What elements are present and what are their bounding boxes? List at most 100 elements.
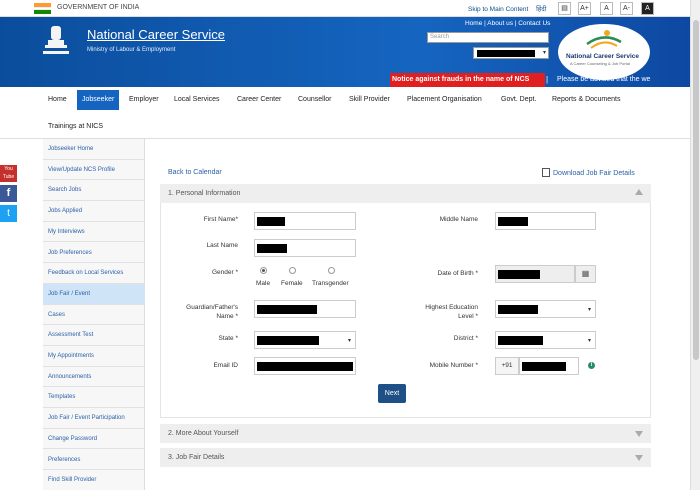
facebook-icon[interactable]: f bbox=[0, 185, 17, 202]
skip-to-content-link[interactable]: Skip to Main Content bbox=[468, 6, 528, 13]
first-name-input[interactable] bbox=[254, 212, 356, 230]
jobseeker-sidebar: Jobseeker Home View/Update NCS Profile S… bbox=[43, 139, 145, 490]
font-increase-button[interactable]: A+ bbox=[578, 2, 591, 15]
gender-male-label: Male bbox=[256, 280, 271, 287]
fraud-notice-link[interactable]: Notice against frauds in the name of NCS bbox=[390, 73, 545, 87]
sidebar-item-change-password[interactable]: Change Password bbox=[43, 429, 145, 450]
section-more-about-yourself-title: 2. More About Yourself bbox=[168, 430, 239, 437]
district-select[interactable]: ▾ bbox=[495, 331, 596, 349]
nav-local-services[interactable]: Local Services bbox=[174, 96, 220, 103]
sidebar-item-templates[interactable]: Templates bbox=[43, 387, 145, 409]
nav-reports-documents[interactable]: Reports & Documents bbox=[552, 96, 620, 103]
youtube-icon[interactable]: You Tube bbox=[0, 165, 17, 182]
expand-arrow-icon[interactable] bbox=[635, 455, 643, 461]
nav-counsellor[interactable]: Counsellor bbox=[298, 96, 331, 103]
chevron-down-icon: ▾ bbox=[587, 307, 591, 313]
top-links: Skip to Main Content हिंदी bbox=[468, 4, 552, 13]
ncs-logo-subtext: A Career Counseling & Job Portal bbox=[570, 61, 630, 66]
nav-employer[interactable]: Employer bbox=[129, 96, 159, 103]
gender-transgender-radio[interactable] bbox=[328, 267, 335, 274]
back-to-calendar-link[interactable]: Back to Calendar bbox=[168, 169, 222, 176]
middle-name-input[interactable] bbox=[495, 212, 596, 230]
expand-arrow-icon[interactable] bbox=[635, 431, 643, 437]
high-contrast-button[interactable]: A bbox=[641, 2, 654, 15]
site-title[interactable]: National Career Service bbox=[87, 27, 225, 42]
sidebar-item-job-fair-event[interactable]: Job Fair / Event bbox=[43, 283, 145, 305]
font-decrease-button[interactable]: A- bbox=[620, 2, 633, 15]
email-value bbox=[257, 362, 353, 371]
sidebar-item-cases[interactable]: Cases bbox=[43, 305, 145, 326]
site-subtitle: Ministry of Labour & Employment bbox=[87, 47, 176, 53]
sidebar-item-jobseeker-home[interactable]: Jobseeker Home bbox=[43, 139, 145, 160]
chevron-down-icon: ▾ bbox=[542, 50, 546, 56]
news-ticker: Notice against frauds in the name of NCS… bbox=[0, 73, 700, 87]
first-name-label: First Name* bbox=[203, 216, 238, 223]
country-code-prefix: +91 bbox=[495, 357, 519, 375]
last-name-input[interactable] bbox=[254, 239, 356, 257]
sidebar-item-jobs-applied[interactable]: Jobs Applied bbox=[43, 201, 145, 222]
nav-home[interactable]: Home bbox=[48, 96, 67, 103]
calendar-icon[interactable]: ▦ bbox=[575, 265, 596, 283]
nav-jobseeker[interactable]: Jobseeker bbox=[77, 90, 120, 110]
next-button[interactable]: Next bbox=[378, 384, 406, 403]
download-job-fair-details-link[interactable]: Download Job Fair Details bbox=[542, 168, 635, 177]
nav-placement-organisation[interactable]: Placement Organisation bbox=[407, 96, 482, 103]
scrollbar-thumb[interactable] bbox=[693, 20, 699, 360]
nav-trainings[interactable]: Trainings at NICS bbox=[48, 123, 103, 130]
font-normal-button[interactable]: A bbox=[600, 2, 613, 15]
twitter-icon[interactable]: t bbox=[0, 205, 17, 222]
section-more-about-yourself-header[interactable]: 2. More About Yourself bbox=[160, 424, 651, 443]
sidebar-item-feedback[interactable]: Feedback on Local Services bbox=[43, 263, 145, 284]
guardian-name-label-line2: Name * bbox=[216, 313, 238, 320]
sidebar-item-search-jobs[interactable]: Search Jobs bbox=[43, 180, 145, 202]
india-flag-icon bbox=[34, 3, 51, 14]
page-scrollbar[interactable] bbox=[690, 0, 700, 490]
hindi-link[interactable]: हिंदी bbox=[536, 6, 546, 13]
mobile-input[interactable] bbox=[519, 357, 579, 375]
section-job-fair-details-header[interactable]: 3. Job Fair Details bbox=[160, 448, 651, 467]
info-icon[interactable]: i bbox=[588, 362, 595, 369]
sitemap-icon[interactable]: ▤ bbox=[558, 2, 571, 15]
ncs-logo-text: National Career Service bbox=[566, 53, 639, 60]
nav-skill-provider[interactable]: Skill Provider bbox=[349, 96, 390, 103]
mobile-value bbox=[522, 362, 566, 371]
nav-govt-dept[interactable]: Govt. Dept. bbox=[501, 96, 536, 103]
search-input[interactable]: Search bbox=[427, 32, 549, 43]
sidebar-item-announcements[interactable]: Announcements bbox=[43, 367, 145, 388]
last-name-value bbox=[257, 244, 287, 253]
sidebar-item-my-appointments[interactable]: My Appointments bbox=[43, 346, 145, 367]
last-name-label: Last Name bbox=[206, 242, 238, 249]
main-navigation: Home Jobseeker Employer Local Services C… bbox=[0, 87, 700, 139]
nav-career-center[interactable]: Career Center bbox=[237, 96, 281, 103]
section-job-fair-details-title: 3. Job Fair Details bbox=[168, 454, 225, 461]
guardian-name-input[interactable] bbox=[254, 300, 356, 318]
middle-name-label: Middle Name bbox=[439, 216, 478, 223]
gender-female-radio[interactable] bbox=[289, 267, 296, 274]
section-personal-information-header[interactable]: 1. Personal Information bbox=[160, 184, 651, 203]
gender-label: Gender * bbox=[211, 269, 238, 276]
language-select-value bbox=[477, 50, 535, 57]
sidebar-item-my-interviews[interactable]: My Interviews bbox=[43, 222, 145, 243]
gender-female-label: Female bbox=[281, 280, 303, 287]
district-value bbox=[498, 336, 543, 345]
language-select[interactable]: ▾ bbox=[473, 47, 549, 59]
email-input[interactable] bbox=[254, 357, 356, 375]
sidebar-item-update-profile[interactable]: View/Update NCS Profile bbox=[43, 160, 145, 181]
mobile-label: Mobile Number * bbox=[429, 362, 478, 369]
collapse-arrow-icon[interactable] bbox=[635, 189, 643, 195]
education-level-label-line2: Level * bbox=[458, 313, 478, 320]
email-label: Email ID bbox=[213, 362, 238, 369]
header-links[interactable]: Home | About us | Contact Us bbox=[465, 20, 550, 27]
ticker-text: Please be advised that the we bbox=[557, 76, 651, 83]
sidebar-item-job-fair-participation[interactable]: Job Fair / Event Participation bbox=[43, 408, 145, 429]
dob-input[interactable] bbox=[495, 265, 575, 283]
chevron-down-icon: ▾ bbox=[587, 338, 591, 344]
sidebar-item-find-skill-provider[interactable]: Find Skill Provider bbox=[43, 470, 145, 490]
education-level-select[interactable]: ▾ bbox=[495, 300, 596, 318]
gender-male-radio[interactable] bbox=[260, 267, 267, 274]
state-select[interactable]: ▾ bbox=[254, 331, 356, 349]
ncs-logo[interactable]: National Career Service A Career Counsel… bbox=[558, 24, 650, 80]
sidebar-item-assessment-test[interactable]: Assessment Test bbox=[43, 325, 145, 346]
sidebar-item-preferences[interactable]: Preferences bbox=[43, 450, 145, 471]
sidebar-item-job-preferences[interactable]: Job Preferences bbox=[43, 243, 145, 264]
